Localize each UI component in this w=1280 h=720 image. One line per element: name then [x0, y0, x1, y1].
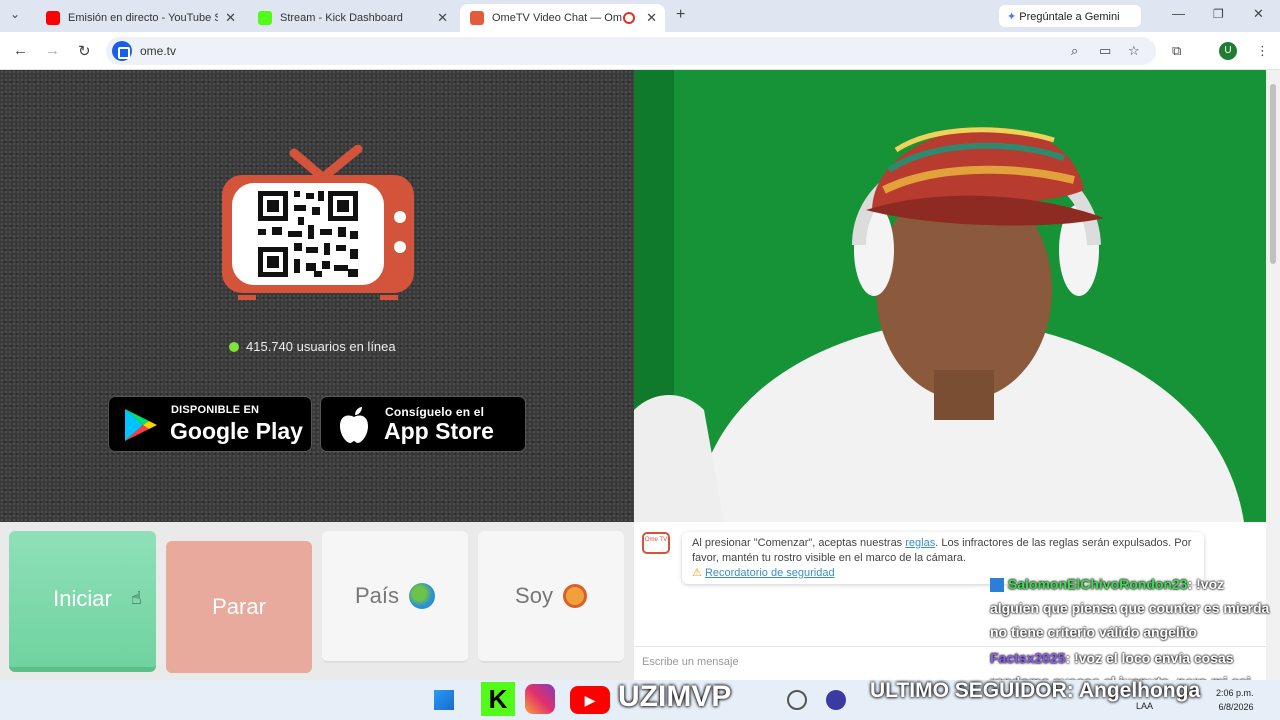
gemini-button[interactable]: ✦ Pregúntale a Gemini [999, 5, 1141, 27]
tab-ometv[interactable]: OmeTV Video Chat — OmeTV ✕ [460, 4, 665, 32]
overlay-username: SalomonElChivoRondon23 [1007, 576, 1188, 592]
close-window-icon[interactable]: ✕ [1253, 6, 1264, 22]
clock-time: 2:06 p.m. [1216, 688, 1254, 698]
gender-label: Soy [515, 583, 553, 608]
globe-icon [409, 583, 436, 609]
tab-kick-dashboard[interactable]: Stream - Kick Dashboard ✕ [248, 4, 456, 32]
instagram-icon [525, 684, 555, 714]
stop-button[interactable]: Parar [166, 541, 312, 673]
zoom-icon[interactable]: ⌕ [1071, 43, 1078, 59]
youtube-icon [46, 11, 60, 25]
reload-icon[interactable]: ↻ [78, 42, 91, 60]
rules-link[interactable]: reglas [905, 537, 935, 549]
site-info-icon[interactable] [112, 41, 132, 61]
webcam-person-image [634, 70, 1266, 522]
app-icon[interactable] [787, 690, 807, 710]
browser-tab-bar: ⌄ Emisión en directo - YouTube Studio ✕ … [0, 0, 1280, 32]
extensions-icon[interactable]: ⧉ [1172, 43, 1181, 59]
app-store-button[interactable]: Consíguelo en el App Store [320, 396, 526, 452]
chat-placeholder: Escribe un mensaje [642, 656, 739, 668]
tv-qr-logo-icon [222, 145, 414, 300]
tab-title: OmeTV Video Chat — OmeTV [492, 12, 622, 24]
close-tab-icon[interactable]: ✕ [646, 10, 657, 26]
close-tab-icon[interactable]: ✕ [225, 10, 236, 26]
profile-initial: U [1224, 45, 1232, 56]
online-count: 415.740 usuarios en línea [246, 339, 396, 354]
mouse-cursor-icon: ☝ [131, 588, 142, 608]
close-tab-icon[interactable]: ✕ [437, 10, 448, 26]
app-store-big-text: App Store [384, 418, 494, 444]
person-emoji-icon [562, 584, 587, 608]
windows-start-icon[interactable] [434, 690, 454, 710]
streamer-name-text: UZIMVP [618, 680, 732, 713]
url-text[interactable]: ome.tv [140, 44, 176, 58]
online-dot-icon [229, 341, 239, 352]
minimize-icon[interactable]: — [1172, 6, 1185, 21]
new-tab-icon[interactable]: + [676, 6, 685, 24]
google-play-icon [125, 409, 157, 441]
ometv-logo-icon: Ome TV [642, 532, 670, 554]
start-label: Iniciar [53, 586, 112, 611]
omnibox[interactable]: ome.tv [106, 37, 1156, 65]
gemini-label: Pregúntale a Gemini [1019, 11, 1120, 23]
tab-youtube-studio[interactable]: Emisión en directo - YouTube Studio ✕ [36, 4, 244, 32]
control-panel: Iniciar Parar País Soy ☝ [0, 522, 634, 680]
overlay-message: SalomonElChivoRondon23: !voz alguien que… [990, 572, 1270, 644]
youtube-logo-icon: ▶ [570, 686, 610, 714]
google-play-small-text: DISPONIBLE EN [171, 404, 260, 416]
recording-icon [623, 12, 635, 24]
google-play-big-text: Google Play [170, 418, 303, 444]
gemini-icon: ✦ [1007, 11, 1017, 23]
tab-title: Stream - Kick Dashboard [280, 12, 403, 24]
taskbar-clock[interactable]: 2:06 p.m. 6/8/2026 [1216, 686, 1254, 714]
clock-date: 6/8/2026 [1218, 702, 1254, 712]
obs-icon[interactable] [826, 690, 846, 710]
webcam-video [634, 70, 1266, 522]
warning-icon: ⚠ [692, 567, 702, 579]
ometv-promo-panel: 415.740 usuarios en línea DISPONIBLE EN … [0, 70, 634, 522]
scrollbar-thumb[interactable] [1270, 84, 1276, 264]
menu-icon[interactable]: ⋮ [1256, 43, 1269, 59]
online-users-indicator: 415.740 usuarios en línea [229, 339, 396, 354]
tab-search-icon[interactable]: ⌄ [10, 7, 20, 21]
ometv-logo-text: Ome TV [644, 537, 668, 543]
kick-badge-icon [990, 578, 1004, 593]
restore-icon[interactable]: ❐ [1213, 7, 1224, 21]
country-label: País [354, 583, 400, 608]
kick-logo-icon: K [481, 682, 515, 716]
app-store-small-text: Consíguelo en el [385, 405, 485, 419]
apple-icon [340, 407, 368, 443]
google-play-button[interactable]: DISPONIBLE EN Google Play [108, 396, 312, 452]
stop-label: Parar [212, 594, 266, 619]
forward-icon[interactable]: → [45, 42, 60, 59]
profile-avatar[interactable]: U [1219, 42, 1237, 60]
bookmark-star-icon[interactable]: ☆ [1128, 43, 1140, 59]
tab-title: Emisión en directo - YouTube Studio [68, 12, 218, 24]
last-follower-overlay: ULTIMO SEGUIDOR: Angelhonga [870, 679, 1200, 703]
safety-reminder-link[interactable]: Recordatorio de seguridad [705, 567, 835, 579]
country-button[interactable]: País [322, 531, 468, 663]
notice-text-before: Al presionar "Comenzar", aceptas nuestra… [692, 537, 906, 549]
gender-button[interactable]: Soy [478, 531, 624, 663]
kick-icon [258, 11, 272, 25]
streamer-name: UZIMVP [618, 680, 731, 714]
cast-icon[interactable]: ▭ [1099, 43, 1111, 59]
ometv-icon [470, 11, 484, 25]
overlay-username: Factsx2025 [990, 650, 1066, 666]
last-follower-text: ULTIMO SEGUIDOR: Angelhonga [870, 679, 1201, 702]
back-icon[interactable]: ← [13, 42, 28, 59]
address-bar: ← → ↻ ome.tv ⌕ ▭ ☆ ⧉ U ⋮ [0, 32, 1280, 70]
